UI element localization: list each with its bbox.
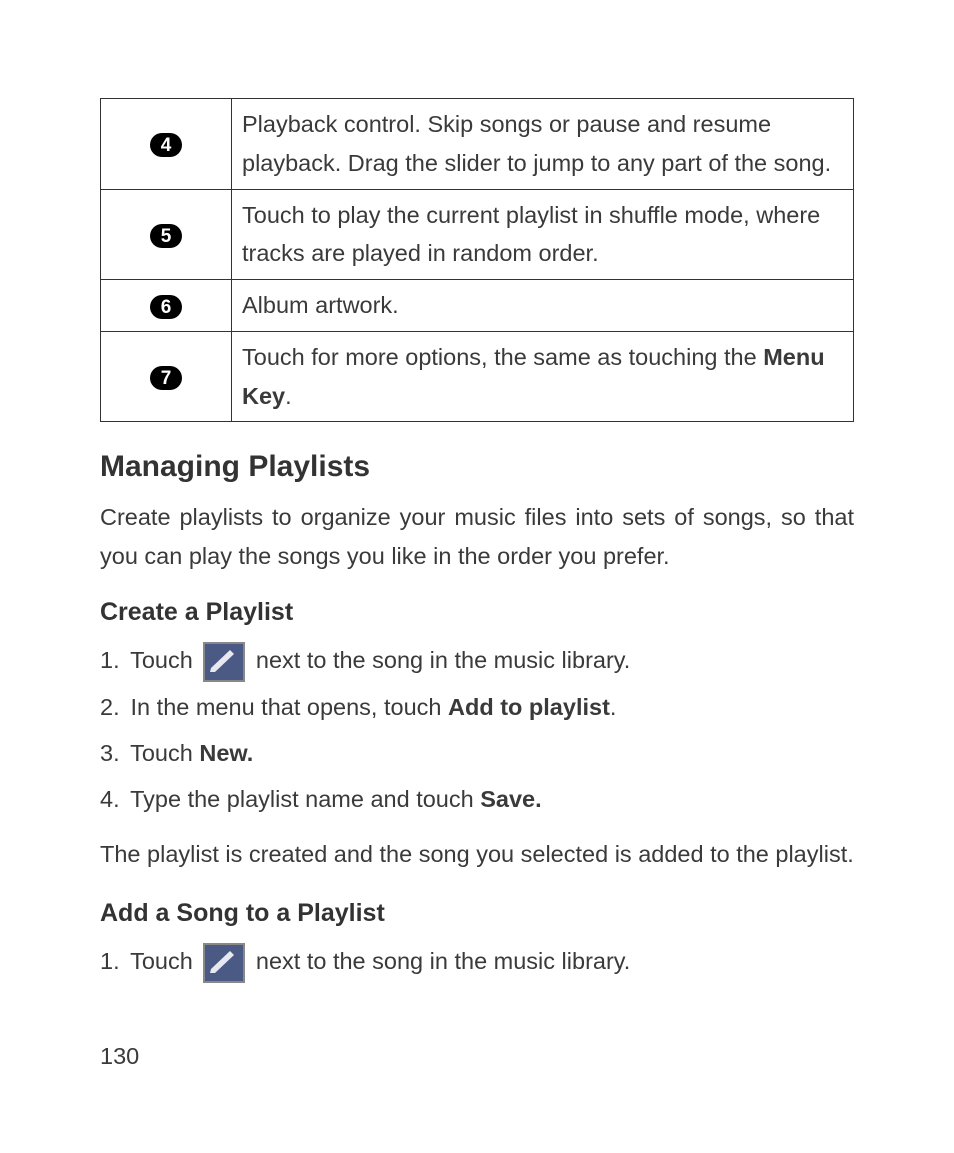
- step-text-pre: In the menu that opens, touch: [131, 694, 448, 720]
- list-item: 1. Touch next to the song in the music l…: [100, 639, 854, 682]
- steps-create-playlist: 1. Touch next to the song in the music l…: [100, 639, 854, 821]
- step-text-pre: Touch: [130, 740, 199, 766]
- callout-number-cell: 6: [101, 280, 232, 332]
- step-text-pre: Type the playlist name and touch: [130, 786, 480, 812]
- step-text-pre: Touch: [130, 948, 199, 974]
- page-number: 130: [100, 1043, 854, 1070]
- callout-desc-cell: Touch for more options, the same as touc…: [232, 331, 854, 422]
- steps-add-song: 1. Touch next to the song in the music l…: [100, 940, 854, 983]
- desc-suffix: .: [285, 383, 292, 409]
- after-steps-text: The playlist is created and the song you…: [100, 835, 854, 874]
- callout-desc-cell: Touch to play the current playlist in sh…: [232, 189, 854, 280]
- step-text-post: .: [610, 694, 617, 720]
- callout-badge: 5: [150, 224, 182, 248]
- callout-number-cell: 4: [101, 99, 232, 190]
- edit-icon: [203, 943, 245, 983]
- step-number: 3.: [100, 732, 124, 774]
- step-bold: Add to playlist: [448, 694, 610, 720]
- callout-desc-cell: Playback control. Skip songs or pause an…: [232, 99, 854, 190]
- list-item: 1. Touch next to the song in the music l…: [100, 940, 854, 983]
- section-body: Create playlists to organize your music …: [100, 498, 854, 576]
- step-bold: New.: [199, 740, 253, 766]
- callout-badge: 6: [150, 295, 182, 319]
- table-row: 4 Playback control. Skip songs or pause …: [101, 99, 854, 190]
- subsection-create-playlist: Create a Playlist: [100, 598, 854, 627]
- callout-number-cell: 7: [101, 331, 232, 422]
- callout-number-cell: 5: [101, 189, 232, 280]
- list-item: 4. Type the playlist name and touch Save…: [100, 778, 854, 820]
- list-item: 3. Touch New.: [100, 732, 854, 774]
- table-row: 7 Touch for more options, the same as to…: [101, 331, 854, 422]
- step-number: 1.: [100, 940, 124, 982]
- list-item: 2. In the menu that opens, touch Add to …: [100, 686, 854, 728]
- table-row: 6 Album artwork.: [101, 280, 854, 332]
- desc-prefix: Touch for more options, the same as touc…: [242, 344, 763, 370]
- callout-table: 4 Playback control. Skip songs or pause …: [100, 98, 854, 422]
- step-bold: Save.: [480, 786, 541, 812]
- step-text-post: next to the song in the music library.: [249, 948, 630, 974]
- table-row: 5 Touch to play the current playlist in …: [101, 189, 854, 280]
- step-number: 1.: [100, 639, 124, 681]
- subsection-add-song: Add a Song to a Playlist: [100, 899, 854, 928]
- step-number: 4.: [100, 778, 124, 820]
- callout-badge: 7: [150, 366, 182, 390]
- step-text-post: next to the song in the music library.: [249, 647, 630, 673]
- callout-badge: 4: [150, 133, 182, 157]
- page-content: 4 Playback control. Skip songs or pause …: [0, 0, 954, 1130]
- step-text-pre: Touch: [130, 647, 199, 673]
- section-heading-managing-playlists: Managing Playlists: [100, 450, 854, 484]
- edit-icon: [203, 642, 245, 682]
- callout-desc-cell: Album artwork.: [232, 280, 854, 332]
- step-number: 2.: [100, 686, 124, 728]
